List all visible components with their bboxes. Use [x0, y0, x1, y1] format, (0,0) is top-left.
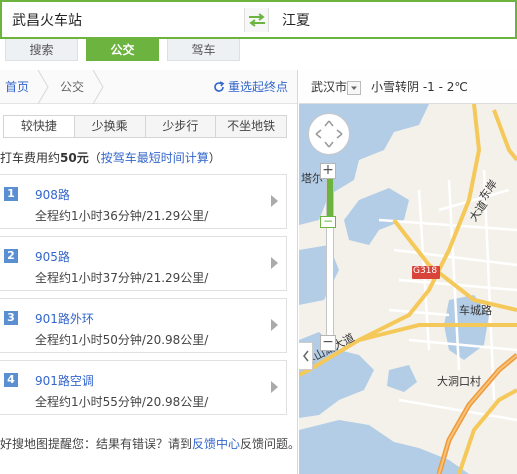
route-info: 全程约1小时37分钟/21.29公里/ [35, 271, 209, 285]
route-number-badge: 4 [4, 373, 18, 387]
feedback-center-link[interactable]: 反馈中心 [192, 437, 240, 451]
route-name[interactable]: 901路外环 [35, 310, 94, 327]
route-number-badge: 1 [4, 187, 18, 201]
weather-text: 小雪转阴 -1 - 2℃ [371, 80, 468, 94]
collapse-panel-button[interactable] [299, 342, 313, 370]
zoom-in-button[interactable]: + [320, 163, 336, 179]
city-selector[interactable]: 武汉市 [311, 70, 347, 104]
expand-arrow-icon [271, 195, 278, 207]
results-panel: 首页 公交 重选起终点 较快捷 少换乘 少步行 不坐地铁 打车费用约50元（按驾… [0, 70, 298, 474]
expand-arrow-icon [271, 381, 278, 393]
tab-less-walking[interactable]: 少步行 [146, 116, 217, 137]
pan-control[interactable] [308, 113, 350, 155]
chevron-left-icon [302, 350, 309, 362]
route-info: 全程约1小时55分钟/20.98公里/ [35, 395, 209, 409]
map-label: 车城路 [459, 304, 492, 317]
route-item[interactable]: 3 901路外环 全程约1小时50分钟/20.98公里/ [0, 298, 287, 353]
expand-arrow-icon [271, 257, 278, 269]
route-name[interactable]: 908路 [35, 186, 70, 203]
route-item[interactable]: 4 901路空调 全程约1小时55分钟/20.98公里/ [0, 360, 287, 415]
reset-endpoints-link[interactable]: 重选起终点 [213, 70, 288, 104]
breadcrumb-chevron-icon [37, 70, 49, 104]
map-view[interactable]: 塔尔 东岸 大道 G318 车城路 沐山湖大道 大洞口村 武汉市 小雪转阴 -1… [299, 70, 517, 474]
feedback-text-1: 好搜地图提醒您：结果有错误？请到 [0, 437, 193, 451]
route-item[interactable]: 2 905路 全程约1小时37分钟/21.29公里/ [0, 236, 287, 291]
map-label: 大洞口村 [437, 375, 481, 388]
route-name[interactable]: 901路空调 [35, 372, 94, 389]
route-name[interactable]: 905路 [35, 248, 70, 265]
swap-icon [248, 13, 265, 27]
zoom-slider-fill [327, 178, 333, 218]
route-item[interactable]: 1 908路 全程约1小时36分钟/21.29公里/ [0, 174, 287, 229]
refresh-icon [214, 81, 225, 92]
tab-search[interactable]: 搜索 [5, 39, 78, 61]
mode-tabs: 搜索 公交 驾车 [0, 39, 517, 61]
taxi-fare-prefix: 打车费用约 [0, 151, 61, 165]
zoom-out-button[interactable]: − [320, 335, 336, 351]
feedback-notice: 好搜地图提醒您：结果有错误？请到反馈中心反馈问题。 [0, 435, 298, 452]
taxi-fare-value: 50元 [60, 151, 89, 165]
tab-fastest[interactable]: 较快捷 [4, 116, 75, 137]
destination-input[interactable] [282, 2, 512, 37]
map-top-bar: 武汉市 小雪转阴 -1 - 2℃ [299, 70, 517, 104]
taxi-fare-line: 打车费用约50元（按驾车最短时间计算） [0, 149, 297, 167]
breadcrumb-chevron-icon [92, 70, 104, 104]
route-info: 全程约1小时36分钟/21.29公里/ [35, 209, 209, 223]
pan-arrows-icon [315, 120, 343, 148]
taxi-paren-open: （ [88, 151, 101, 165]
tab-drive[interactable]: 驾车 [167, 39, 240, 61]
breadcrumb-bus: 公交 [60, 80, 85, 94]
tab-no-subway[interactable]: 不坐地铁 [216, 116, 286, 137]
expand-arrow-icon [271, 319, 278, 331]
route-info: 全程约1小时50分钟/20.98公里/ [35, 333, 209, 347]
taxi-paren-close: ） [208, 151, 221, 165]
tab-fewer-transfers[interactable]: 少换乘 [75, 116, 146, 137]
city-dropdown-button[interactable] [347, 81, 361, 95]
origin-input[interactable] [12, 2, 237, 37]
preference-tabs: 较快捷 少换乘 少步行 不坐地铁 [3, 115, 287, 138]
tab-bus[interactable]: 公交 [86, 39, 159, 61]
feedback-text-2: 反馈问题。 [240, 437, 298, 451]
map-label: G318 [413, 266, 438, 276]
route-number-badge: 2 [4, 249, 18, 263]
breadcrumb-home[interactable]: 首页 [5, 70, 29, 104]
reset-label: 重选起终点 [227, 80, 288, 94]
route-number-badge: 3 [4, 311, 18, 325]
route-search-bar [0, 0, 517, 39]
zoom-slider-handle[interactable]: − [320, 215, 336, 228]
swap-button[interactable] [244, 8, 269, 32]
breadcrumb: 首页 公交 重选起终点 [0, 70, 297, 104]
chevron-down-icon [351, 86, 357, 90]
taxi-calc-link[interactable]: 按驾车最短时间计算 [101, 151, 209, 165]
